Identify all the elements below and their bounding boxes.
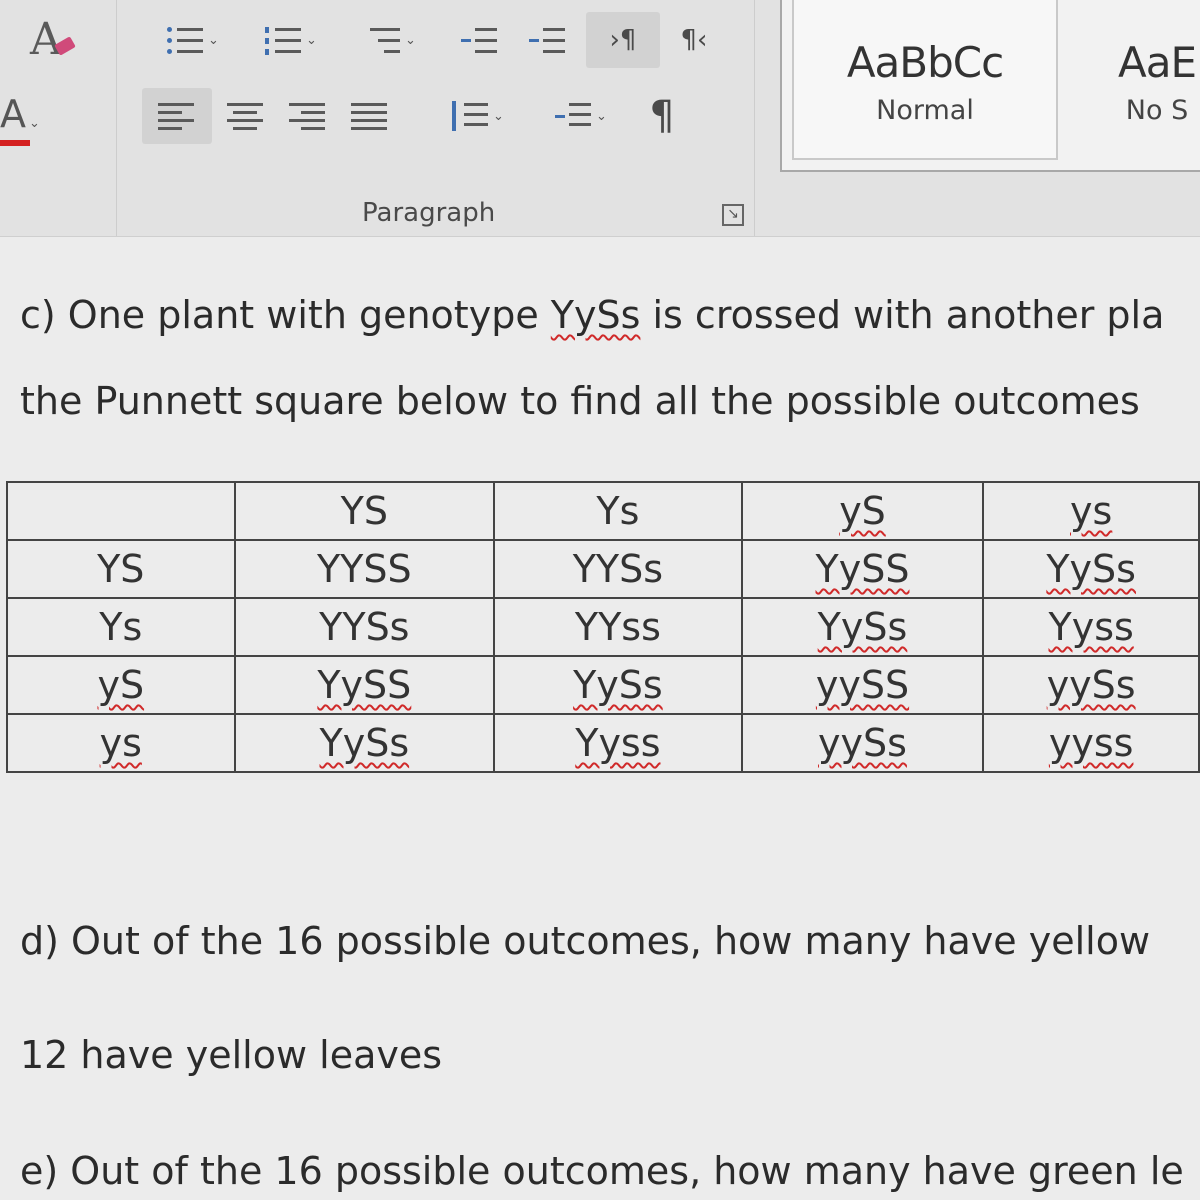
cell-text: YySs	[817, 605, 908, 649]
cell-text: YYSs	[319, 605, 410, 649]
column-header-cell[interactable]: yS	[740, 481, 985, 541]
cell-text: yS	[97, 663, 145, 707]
cell-text: YYSs	[572, 547, 664, 591]
question-d: d) Out of the 16 possible outcomes, how …	[20, 919, 1151, 963]
cell-text: YySs	[1046, 547, 1136, 591]
column-header-cell[interactable]	[6, 481, 236, 541]
table-cell[interactable]: YYss	[493, 597, 743, 657]
line-spacing-icon[interactable]: ⌄	[432, 88, 524, 144]
cell-text: YS	[340, 489, 388, 533]
align-right-icon[interactable]	[280, 88, 336, 144]
bulleted-list-icon[interactable]: ⌄	[148, 12, 238, 68]
style-normal[interactable]: AaBbCc Normal	[792, 0, 1058, 160]
table-row: YS YYSS YYSs YySS YySs	[6, 539, 1200, 599]
table-row: ys YySs Yyss yySs yyss	[6, 713, 1200, 773]
row-header-cell[interactable]: Ys	[6, 597, 236, 657]
table-cell[interactable]: yySs	[740, 713, 985, 773]
decrease-indent-icon[interactable]	[452, 12, 508, 68]
document-page[interactable]: c) One plant with genotype YySs is cross…	[0, 237, 1200, 1200]
cell-text: Yyss	[575, 721, 661, 765]
table-cell[interactable]: Yyss	[493, 713, 743, 773]
cell-text: yySs	[818, 721, 907, 765]
increase-indent-icon[interactable]	[520, 12, 576, 68]
table-cell[interactable]: yySS	[740, 655, 985, 715]
style-sample: AaBbCc	[846, 38, 1004, 87]
row-header-cell[interactable]: yS	[6, 655, 236, 715]
table-cell[interactable]: Yyss	[982, 597, 1200, 657]
cell-text: yySs	[1046, 663, 1136, 707]
styles-gallery: AaBbCc Normal AaE No S	[780, 0, 1200, 172]
style-sample: AaE	[1117, 38, 1197, 87]
table-cell[interactable]: yySs	[982, 655, 1200, 715]
genotype-text: YySs	[550, 293, 641, 337]
cell-text: Ys	[596, 489, 640, 533]
cell-text: YySS	[317, 663, 412, 707]
table-cell[interactable]: YySs	[982, 539, 1200, 599]
left-to-right-icon[interactable]: ›¶	[586, 12, 660, 68]
table-cell[interactable]: YySS	[233, 655, 496, 715]
cell-text: Yyss	[1048, 605, 1134, 649]
cell-text: yySS	[815, 663, 910, 707]
ribbon: A A ⌄ ⌄ ⌄ ⌄ ›¶ ¶‹ ⌄ ⌄ ¶ Paragraph ↘ AaBb…	[0, 0, 1200, 237]
table-cell[interactable]: YySs	[493, 655, 743, 715]
style-name: Normal	[876, 95, 974, 126]
paragraph-group-label: Paragraph	[362, 198, 496, 228]
table-cell[interactable]: YYSS	[233, 539, 496, 599]
column-header-cell[interactable]: YS	[233, 481, 496, 541]
question-c-line1: c) One plant with genotype YySs is cross…	[20, 293, 1164, 337]
numbered-list-icon[interactable]: ⌄	[246, 12, 336, 68]
clear-formatting-icon[interactable]: A	[30, 14, 62, 65]
column-header-cell[interactable]: ys	[982, 481, 1200, 541]
table-cell[interactable]: YySs	[740, 597, 985, 657]
ribbon-group-separator	[754, 0, 755, 236]
cell-text: ys	[1070, 489, 1113, 533]
dialog-launcher-icon[interactable]: ↘	[722, 204, 744, 226]
cell-text: YYSS	[316, 547, 412, 591]
cell-text: yS	[839, 489, 886, 533]
cell-text: YySs	[573, 663, 663, 707]
align-center-icon[interactable]	[218, 88, 274, 144]
cell-text: YySS	[815, 547, 910, 591]
table-cell[interactable]: YySs	[233, 713, 496, 773]
table-cell[interactable]: yyss	[982, 713, 1200, 773]
answer-d[interactable]: 12 have yellow leaves	[20, 1033, 442, 1077]
cell-text: ys	[99, 721, 142, 765]
cell-text: YS	[97, 547, 145, 591]
row-header-cell[interactable]: ys	[6, 713, 236, 773]
question-e: e) Out of the 16 possible outcomes, how …	[20, 1149, 1184, 1193]
punnett-square-table: YS Ys yS ys YS YYSS YYSs YySS YySs Ys YYSs YYss YySs…	[6, 481, 1200, 773]
row-header-cell[interactable]: YS	[6, 539, 236, 599]
right-to-left-icon[interactable]: ¶‹	[664, 12, 724, 68]
table-cell[interactable]: YYSs	[233, 597, 496, 657]
font-color-icon[interactable]: A ⌄	[0, 92, 40, 136]
table-row: Ys YYSs YYss YySs Yyss	[6, 597, 1200, 657]
align-left-icon[interactable]	[142, 88, 212, 144]
table-row: yS YySS YySs yySS yySs	[6, 655, 1200, 715]
justify-icon[interactable]	[342, 88, 398, 144]
shading-icon[interactable]: ⌄	[536, 88, 626, 144]
cell-text: YySs	[319, 721, 410, 765]
font-color-swatch	[0, 140, 30, 146]
column-header-cell[interactable]: Ys	[493, 481, 743, 541]
style-name: No S	[1125, 95, 1189, 126]
question-c-prefix: c) One plant with genotype	[20, 293, 551, 337]
cell-text: yyss	[1048, 721, 1134, 765]
table-header-row: YS Ys yS ys	[6, 481, 1200, 541]
table-cell[interactable]: YYSs	[493, 539, 743, 599]
question-c-suffix: is crossed with another pla	[640, 293, 1165, 337]
style-no-spacing[interactable]: AaE No S	[1072, 0, 1200, 160]
multilevel-list-icon[interactable]: ⌄	[342, 12, 438, 68]
cell-text: Ys	[99, 605, 143, 649]
pilcrow-icon[interactable]: ¶	[634, 88, 690, 144]
ribbon-group-separator	[116, 0, 117, 236]
question-c-line2: the Punnett square below to find all the…	[20, 379, 1140, 423]
table-cell[interactable]: YySS	[740, 539, 985, 599]
cell-text: YYss	[574, 605, 661, 649]
